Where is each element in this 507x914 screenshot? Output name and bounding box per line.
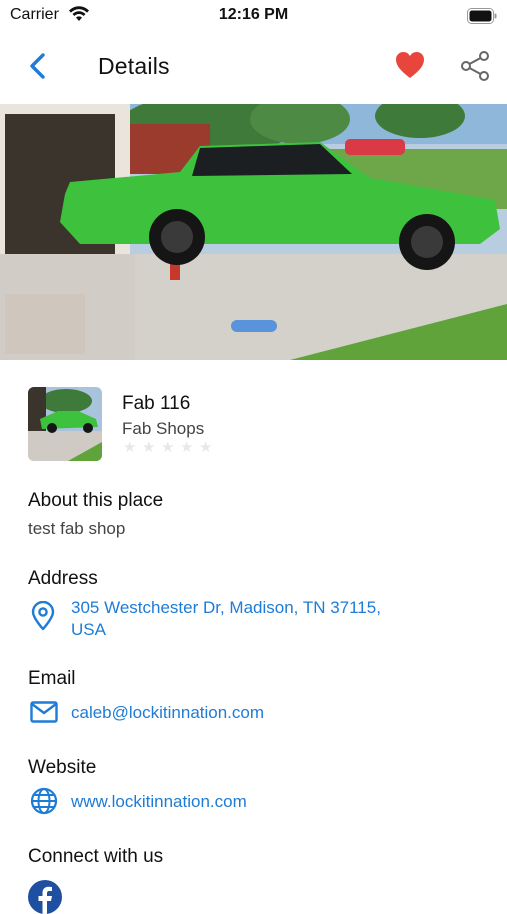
clock: 12:16 PM [218, 6, 289, 23]
email-title: Email [28, 668, 76, 689]
address-title: Address [28, 568, 98, 589]
status-bar: Carrier 12:16 PM [0, 0, 507, 32]
star-icon: ★ [161, 439, 175, 456]
rating-stars: ★ ★ ★ ★ ★ [123, 439, 213, 456]
place-name: Fab 116 [122, 393, 191, 414]
place-thumbnail [28, 387, 102, 461]
globe-icon [30, 787, 58, 815]
place-category: Fab Shops [122, 419, 205, 438]
back-chevron-icon[interactable] [24, 50, 54, 82]
mail-icon [30, 701, 58, 723]
navigation-bar: Details [0, 36, 507, 96]
battery-icon [467, 8, 497, 24]
about-text: test fab shop [28, 519, 126, 538]
star-icon: ★ [123, 439, 137, 456]
address-line-1: 305 Westchester Dr, Madison, TN 37115, [71, 598, 381, 617]
website-title: Website [28, 757, 97, 778]
heart-icon[interactable] [394, 50, 426, 80]
connect-title: Connect with us [28, 846, 164, 867]
email-link[interactable]: caleb@lockitinnation.com [71, 702, 264, 724]
page-title: Details [98, 53, 170, 79]
address-line-2: USA [71, 620, 106, 639]
about-title: About this place [28, 490, 164, 511]
star-icon: ★ [142, 439, 156, 456]
website-link[interactable]: www.lockitinnation.com [71, 791, 247, 813]
share-icon[interactable] [460, 50, 490, 82]
page-indicator [231, 320, 277, 332]
address-link[interactable]: 305 Westchester Dr, Madison, TN 37115, U… [71, 597, 381, 641]
facebook-icon[interactable] [28, 880, 62, 914]
star-icon: ★ [180, 439, 194, 456]
place-photo[interactable] [0, 104, 507, 360]
location-pin-icon [31, 601, 55, 631]
star-icon: ★ [199, 439, 213, 456]
